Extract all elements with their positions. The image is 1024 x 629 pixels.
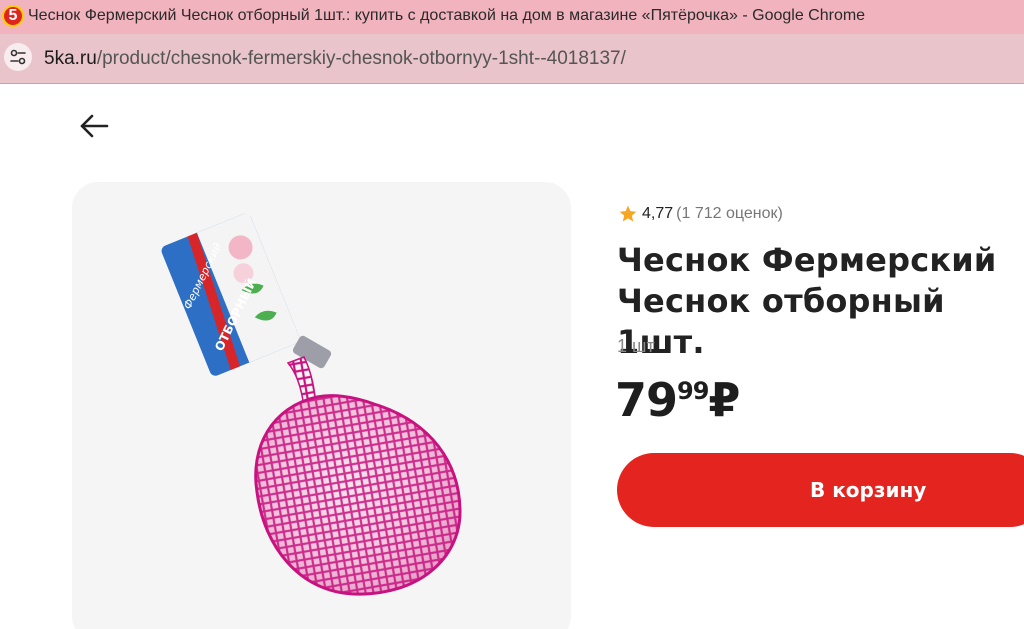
price-kopecks: 99 <box>677 377 709 405</box>
address-bar[interactable]: 5ka.ru/product/chesnok-fermerskiy-chesno… <box>0 34 1024 84</box>
price-rubles: 79 <box>615 373 678 427</box>
site-info-button[interactable] <box>4 43 32 71</box>
browser-title-bar: 5 Чеснок Фермерский Чеснок отборный 1шт.… <box>0 0 1024 34</box>
product-rating[interactable]: 4,77 (1 712 оценок) <box>618 204 783 224</box>
url-field[interactable]: 5ka.ru/product/chesnok-fermerskiy-chesno… <box>44 48 626 70</box>
add-to-cart-label: В корзину <box>810 478 927 502</box>
url-host: 5ka.ru <box>44 48 97 69</box>
window-title: Чеснок Фермерский Чеснок отборный 1шт.: … <box>28 7 866 24</box>
tune-icon <box>10 49 26 65</box>
rating-score: 4,77 <box>642 205 674 222</box>
product-image-garlic-net: Фермерский ОТБОРНЫЙ <box>161 211 462 596</box>
star-icon <box>619 205 637 222</box>
product-unit: 1 шт <box>617 336 655 356</box>
product-title: Чеснок Фермерский Чеснок отборный 1шт. <box>617 241 997 361</box>
price-currency: ₽ <box>708 373 740 427</box>
back-button[interactable] <box>76 108 112 144</box>
arrow-left-icon <box>80 114 109 138</box>
add-to-cart-button[interactable]: В корзину <box>617 453 1024 527</box>
product-image-card: Фермерский ОТБОРНЫЙ <box>72 182 571 629</box>
product-price: 79 99 ₽ <box>615 372 740 428</box>
url-path: /product/chesnok-fermerskiy-chesnok-otbo… <box>96 48 626 69</box>
rating-count: (1 712 оценок) <box>676 205 783 222</box>
site-favicon-icon: 5 <box>2 5 24 27</box>
